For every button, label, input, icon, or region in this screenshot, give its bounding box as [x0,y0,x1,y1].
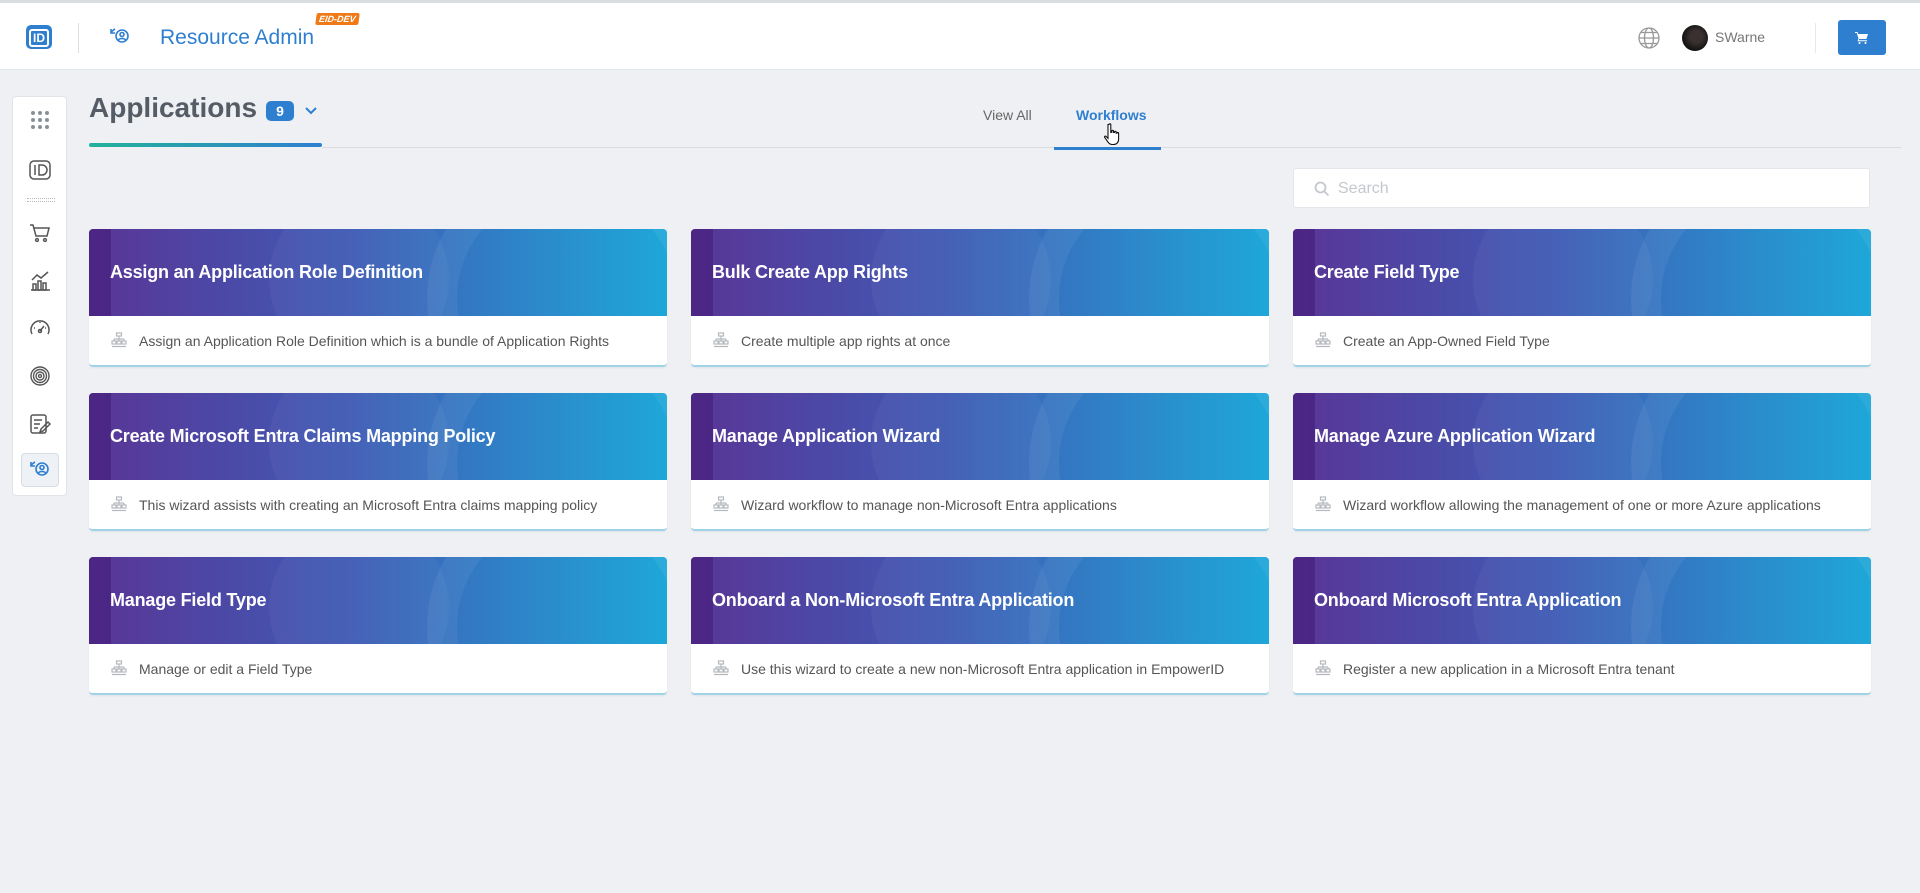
chart-icon[interactable] [21,264,59,298]
hand-cursor-icon [1104,123,1120,146]
empowerid-logo[interactable]: ID [26,25,52,49]
workflow-card[interactable]: Manage Azure Application Wizard Wizard w… [1293,393,1871,531]
card-body: Assign an Application Role Definition wh… [89,316,667,365]
card-header: Manage Field Type [89,557,667,644]
card-body: Manage or edit a Field Type [89,644,667,693]
page-title: Applications [89,92,258,123]
card-title: Assign an Application Role Definition [110,262,423,282]
avatar[interactable] [1682,25,1708,51]
workflow-icon [1315,660,1331,676]
card-title: Bulk Create App Rights [712,262,908,282]
workflow-cards-grid: Assign an Application Role Definition As… [89,229,1871,695]
resource-admin-icon[interactable] [21,453,59,487]
tab-workflows[interactable]: Workflows [1076,107,1147,123]
card-description: Wizard workflow to manage non-Microsoft … [741,497,1117,513]
cart-icon [1855,32,1868,44]
card-header: Bulk Create App Rights [691,229,1269,316]
card-description: Wizard workflow allowing the management … [1343,497,1821,513]
card-header: Create Microsoft Entra Claims Mapping Po… [89,393,667,480]
card-header: Assign an Application Role Definition [89,229,667,316]
environment-badge: EID-DEV [315,13,360,25]
nav-divider [27,198,55,202]
count-badge: 9 [266,101,294,121]
card-title: Manage Field Type [110,590,267,610]
title-underline [89,143,322,147]
card-body: Wizard workflow allowing the management … [1293,480,1871,529]
divider [78,23,79,53]
search-input[interactable] [1338,177,1838,201]
workflow-card[interactable]: Manage Field Type Manage or edit a Field… [89,557,667,695]
workflow-card[interactable]: Onboard a Non-Microsoft Entra Applicatio… [691,557,1269,695]
fingerprint-icon[interactable] [21,359,59,393]
card-body: Create multiple app rights at once [691,316,1269,365]
workflow-card[interactable]: Create Field Type Create an App-Owned Fi… [1293,229,1871,367]
card-description: Use this wizard to create a new non-Micr… [741,661,1225,677]
card-header: Onboard a Non-Microsoft Entra Applicatio… [691,557,1269,644]
card-description: Manage or edit a Field Type [139,661,313,677]
card-body: Create an App-Owned Field Type [1293,316,1871,365]
card-decoration [269,557,449,644]
workflow-card[interactable]: Create Microsoft Entra Claims Mapping Po… [89,393,667,531]
card-description: Register a new application in a Microsof… [1343,661,1675,677]
card-title: Create Microsoft Entra Claims Mapping Po… [110,426,496,446]
workflow-card[interactable]: Assign an Application Role Definition As… [89,229,667,367]
user-name[interactable]: SWarne [1715,29,1765,45]
card-decoration [1473,229,1653,316]
workflow-card[interactable]: Manage Application Wizard Wizard workflo… [691,393,1269,531]
top-bar: ID Resource Admin EID-DEV SWarne [0,0,1920,70]
card-body: Register a new application in a Microsof… [1293,644,1871,693]
workflow-icon [713,496,729,512]
card-header: Onboard Microsoft Entra Application [1293,557,1871,644]
workflow-icon [111,496,127,512]
card-body: Use this wizard to create a new non-Micr… [691,644,1269,693]
card-body: This wizard assists with creating an Mic… [89,480,667,529]
card-title: Onboard Microsoft Entra Application [1314,590,1622,610]
gauge-icon[interactable] [21,312,59,346]
card-description: Assign an Application Role Definition wh… [139,333,610,349]
app-title[interactable]: Resource Admin [160,25,314,51]
globe-icon[interactable] [1637,26,1661,50]
card-header: Manage Azure Application Wizard [1293,393,1871,480]
workflow-card[interactable]: Onboard Microsoft Entra Application Regi… [1293,557,1871,695]
workflow-icon [713,332,729,348]
workflow-icon [713,660,729,676]
tab-view-all[interactable]: View All [983,107,1032,123]
card-body: Wizard workflow to manage non-Microsoft … [691,480,1269,529]
card-header: Manage Application Wizard [691,393,1269,480]
card-description: Create multiple app rights at once [741,333,951,349]
edit-list-icon[interactable] [21,407,59,441]
workflow-icon [111,660,127,676]
card-title: Onboard a Non-Microsoft Entra Applicatio… [712,590,1075,610]
logo-text: ID [29,29,49,47]
card-header: Create Field Type [1293,229,1871,316]
card-description: This wizard assists with creating an Mic… [139,497,598,513]
id-icon[interactable] [21,153,59,187]
card-title: Manage Application Wizard [712,426,941,446]
card-description: Create an App-Owned Field Type [1343,333,1550,349]
search-box[interactable] [1293,168,1870,208]
cart-icon[interactable] [21,216,59,250]
workflow-icon [1315,332,1331,348]
cart-button[interactable] [1838,20,1886,55]
card-title: Manage Azure Application Wizard [1314,426,1596,446]
side-nav [12,96,67,496]
card-title: Create Field Type [1314,262,1460,282]
workflow-icon [1315,496,1331,512]
divider [1815,23,1816,53]
workflow-card[interactable]: Bulk Create App Rights Create multiple a… [691,229,1269,367]
apps-grid-icon[interactable] [21,103,59,137]
resource-admin-icon[interactable] [108,25,132,49]
search-icon [1314,181,1330,197]
workflow-icon [111,332,127,348]
chevron-down-icon[interactable] [303,103,319,119]
active-tab-underline [1054,147,1161,150]
